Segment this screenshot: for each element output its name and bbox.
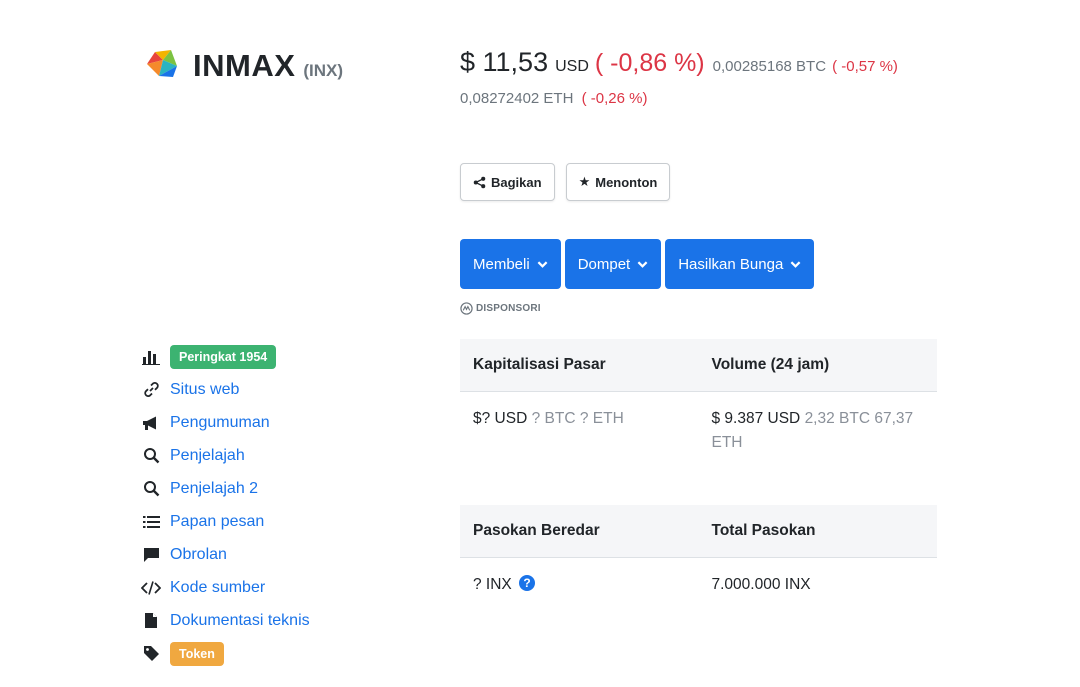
sidebar-item-message-board[interactable]: Papan pesan: [141, 505, 310, 538]
price-block: $ 11,53 USD ( -0,86 %) 0,00285168 BTC ( …: [460, 44, 940, 109]
megaphone-icon: [141, 413, 161, 433]
sidebar-link-explorer[interactable]: Penjelajah: [170, 447, 245, 465]
sidebar-item-explorer-2[interactable]: Penjelajah 2: [141, 472, 310, 505]
price-currency: USD: [555, 58, 589, 75]
price-eth: 0,08272402 ETH: [460, 89, 574, 107]
sidebar: Peringkat 1954 Situs web Pengumuman Penj…: [141, 340, 310, 670]
sidebar-item-explorer[interactable]: Penjelajah: [141, 439, 310, 472]
sidebar-link-announcement[interactable]: Pengumuman: [170, 414, 270, 432]
market-cap-eth: ? ETH: [579, 409, 624, 427]
price-change-usd: ( -0,86 %): [594, 49, 705, 77]
document-icon: [141, 611, 161, 631]
market-cap-cell: $? USD ? BTC ? ETH: [460, 391, 699, 506]
tag-icon: [141, 644, 161, 664]
sidebar-item-chat[interactable]: Obrolan: [141, 538, 310, 571]
wallet-dropdown-button[interactable]: Dompet: [564, 239, 662, 289]
link-icon: [141, 380, 161, 400]
coin-header: INMAX (INX): [143, 40, 343, 84]
price-change-btc: ( -0,57 %): [832, 58, 898, 75]
sidebar-item-source-code[interactable]: Kode sumber: [141, 571, 310, 604]
volume-cell: $ 9.387 USD 2,32 BTC 67,37 ETH: [699, 391, 938, 506]
inmax-logo: [147, 50, 177, 77]
coinmarketcap-icon: [460, 302, 473, 315]
sponsored-label[interactable]: DISPONSORI: [460, 302, 541, 315]
total-supply-header: Total Pasokan: [698, 505, 937, 558]
chevron-down-icon: [537, 260, 548, 268]
sidebar-item-technical-docs[interactable]: Dokumentasi teknis: [141, 604, 310, 637]
dropdown-buttons: Membeli Dompet Hasilkan Bunga: [460, 239, 815, 289]
sidebar-item-rank: Peringkat 1954: [141, 340, 310, 373]
action-buttons: Bagikan ★ Menonton: [460, 163, 671, 201]
star-icon: ★: [578, 174, 591, 189]
token-badge: Token: [170, 641, 224, 666]
chevron-down-icon: [637, 260, 648, 268]
market-cap-btc: ? BTC: [531, 409, 576, 427]
sidebar-link-explorer-2[interactable]: Penjelajah 2: [170, 480, 258, 498]
sidebar-link-chat[interactable]: Obrolan: [170, 546, 227, 564]
rank-badge: Peringkat 1954: [170, 344, 277, 369]
table-row: ? INX ? 7.000.000 INX: [460, 557, 937, 612]
sidebar-link-website[interactable]: Situs web: [170, 381, 239, 399]
market-stats-table: Kapitalisasi Pasar Volume (24 jam) $? US…: [460, 339, 937, 506]
sidebar-item-announcement[interactable]: Pengumuman: [141, 406, 310, 439]
sidebar-link-message-board[interactable]: Papan pesan: [170, 513, 264, 531]
help-icon[interactable]: ?: [519, 574, 536, 591]
circulating-supply-header: Pasokan Beredar: [460, 505, 699, 558]
buy-dropdown-label: Membeli: [473, 255, 530, 273]
search-icon: [141, 479, 161, 499]
supply-stats-table: Pasokan Beredar Total Pasokan ? INX ? 7.…: [460, 505, 937, 612]
total-supply-value: 7.000.000 INX: [711, 575, 811, 593]
circulating-supply-value: ? INX: [473, 575, 512, 593]
price-btc: 0,00285168 BTC: [712, 58, 827, 75]
volume-usd: $ 9.387 USD: [711, 409, 801, 427]
code-icon: [141, 578, 161, 598]
market-cap-usd: $? USD: [473, 409, 528, 427]
wallet-dropdown-label: Dompet: [577, 255, 631, 273]
chevron-down-icon: [790, 260, 801, 268]
sidebar-link-technical-docs[interactable]: Dokumentasi teknis: [170, 612, 310, 630]
volume-btc: 2,32 BTC: [804, 409, 871, 427]
sidebar-link-source-code[interactable]: Kode sumber: [170, 579, 265, 597]
chat-icon: [141, 545, 161, 565]
coin-symbol: (INX): [303, 61, 344, 80]
bar-chart-icon: [141, 347, 161, 367]
circulating-supply-cell: ? INX ?: [460, 557, 699, 612]
table-row: $? USD ? BTC ? ETH $ 9.387 USD 2,32 BTC …: [460, 391, 937, 506]
total-supply-cell: 7.000.000 INX: [699, 557, 938, 612]
sidebar-item-tag: Token: [141, 637, 310, 670]
share-button-label: Bagikan: [491, 174, 542, 190]
earn-interest-dropdown-label: Hasilkan Bunga: [678, 255, 784, 273]
coin-name: INMAX: [193, 48, 296, 83]
volume-header: Volume (24 jam): [698, 339, 937, 392]
price-usd: $ 11,53: [460, 47, 549, 77]
sponsored-text: DISPONSORI: [476, 303, 541, 314]
sidebar-item-website[interactable]: Situs web: [141, 373, 310, 406]
share-button[interactable]: Bagikan: [460, 163, 555, 201]
share-icon: [473, 176, 486, 188]
watch-button[interactable]: ★ Menonton: [565, 163, 671, 201]
price-change-eth: ( -0,26 %): [581, 89, 648, 107]
list-icon: [141, 512, 161, 532]
watch-button-label: Menonton: [595, 174, 658, 190]
buy-dropdown-button[interactable]: Membeli: [460, 239, 561, 289]
search-icon: [141, 446, 161, 466]
market-cap-header: Kapitalisasi Pasar: [460, 339, 699, 392]
earn-interest-dropdown-button[interactable]: Hasilkan Bunga: [665, 239, 815, 289]
